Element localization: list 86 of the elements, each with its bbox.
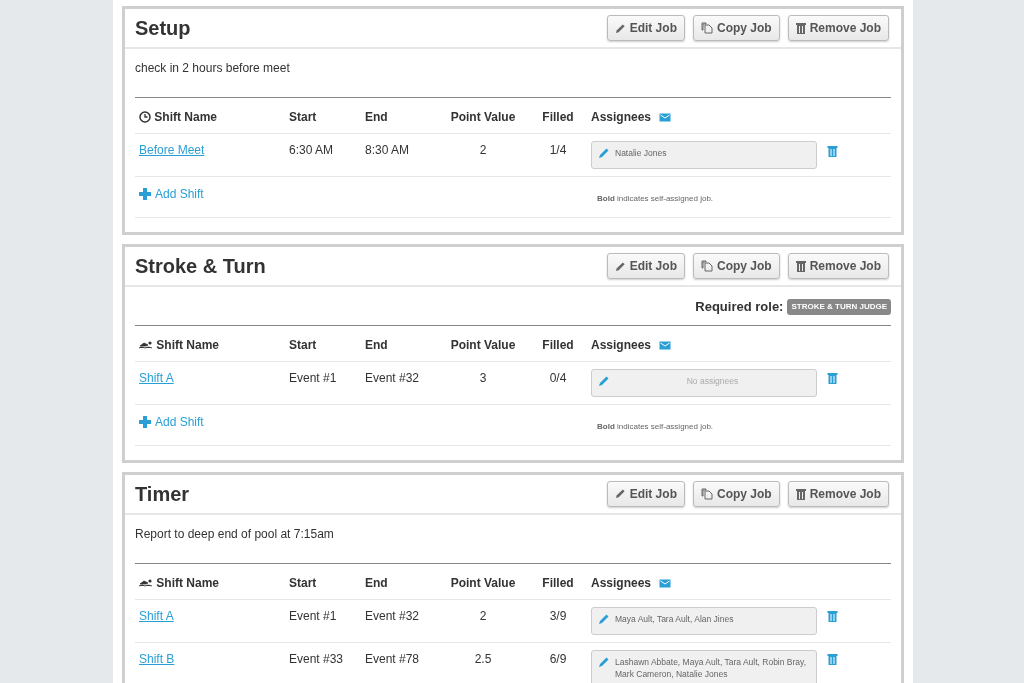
point-value: 2.5 bbox=[474, 651, 492, 666]
job-title: Timer bbox=[135, 481, 190, 506]
trash-icon bbox=[795, 260, 806, 272]
point-value: 2 bbox=[479, 143, 487, 157]
end-time: 8:30 AM bbox=[365, 143, 410, 157]
column-header: Filled bbox=[542, 110, 574, 124]
shift-link[interactable]: Before Meet bbox=[139, 143, 205, 157]
column-header: Shift Name bbox=[156, 575, 220, 590]
plus-icon bbox=[139, 188, 151, 200]
filled-count: 1/4 bbox=[549, 143, 567, 157]
assignees-field[interactable]: Maya Ault, Tara Ault, Alan Jines bbox=[591, 606, 817, 635]
assignees-field[interactable]: Lashawn Abbate, Maya Ault, Tara Ault, Robin Bray, Mark Cameron, Natalie Jones bbox=[591, 649, 817, 683]
end-time: Event #32 bbox=[365, 370, 420, 385]
pencil-icon bbox=[598, 655, 610, 668]
pencil-icon bbox=[614, 260, 626, 272]
start-time: Event #1 bbox=[289, 608, 337, 623]
swimmer-icon bbox=[139, 578, 153, 587]
start-time: 6:30 AM bbox=[289, 143, 334, 157]
filled-count: 3/9 bbox=[549, 608, 567, 623]
point-value: 2 bbox=[479, 608, 487, 623]
shift-link[interactable]: Shift A bbox=[139, 370, 174, 385]
note-text: Bold indicates self-assigned job. bbox=[597, 194, 714, 203]
add-shift-link[interactable]: Add Shift bbox=[139, 412, 204, 431]
edit-job-button[interactable]: Edit Job bbox=[606, 15, 685, 41]
filled-count: 6/9 bbox=[549, 651, 567, 666]
edit-job-button[interactable]: Edit Job bbox=[606, 253, 685, 279]
pencil-icon bbox=[598, 147, 610, 159]
end-time: Event #78 bbox=[365, 651, 420, 666]
job-description: check in 2 hours before meet bbox=[135, 60, 291, 77]
copy-job-button[interactable]: Copy Job bbox=[692, 15, 780, 41]
pencil-icon bbox=[598, 612, 610, 625]
column-header: Assignees bbox=[591, 337, 652, 352]
trash-icon[interactable] bbox=[827, 610, 838, 623]
column-header: Filled bbox=[542, 337, 574, 352]
remove-job-button[interactable]: Remove Job bbox=[787, 480, 889, 507]
trash-icon bbox=[795, 487, 806, 500]
column-header: End bbox=[365, 575, 388, 590]
remove-job-button[interactable]: Remove Job bbox=[787, 253, 889, 279]
trash-icon[interactable] bbox=[827, 144, 838, 157]
column-header: Start bbox=[289, 575, 317, 590]
pencil-icon bbox=[614, 488, 626, 499]
column-header: Shift Name bbox=[154, 110, 218, 124]
required-role-label: Required role: bbox=[695, 298, 784, 316]
trash-icon[interactable] bbox=[827, 372, 838, 385]
job-description: Report to deep end of pool at 7:15am bbox=[135, 525, 335, 543]
envelope-icon[interactable] bbox=[659, 578, 672, 588]
trash-icon bbox=[795, 22, 806, 34]
column-header: End bbox=[365, 110, 388, 124]
point-value: 3 bbox=[479, 370, 487, 385]
copy-job-button[interactable]: Copy Job bbox=[692, 480, 780, 507]
note-text: Bold indicates self-assigned job. bbox=[597, 421, 714, 431]
pencil-icon bbox=[614, 22, 626, 34]
column-header: Start bbox=[289, 110, 317, 124]
job-title: Setup bbox=[135, 16, 191, 40]
column-header: Start bbox=[289, 337, 317, 352]
column-header: Point Value bbox=[450, 337, 516, 352]
start-time: Event #33 bbox=[289, 651, 344, 666]
copy-job-button[interactable]: Copy Job bbox=[692, 253, 780, 279]
column-header: Assignees bbox=[591, 575, 652, 590]
documents-icon bbox=[700, 260, 713, 272]
documents-icon bbox=[700, 22, 713, 34]
swimmer-icon bbox=[139, 340, 153, 349]
column-header: Shift Name bbox=[156, 337, 220, 352]
shift-link[interactable]: Shift A bbox=[139, 608, 174, 623]
assignees-field[interactable]: Natalie Jones bbox=[591, 141, 817, 169]
add-shift-link[interactable]: Add Shift bbox=[139, 185, 204, 203]
trash-icon[interactable] bbox=[827, 653, 838, 666]
documents-icon bbox=[700, 487, 713, 500]
column-header: Assignees bbox=[591, 110, 652, 124]
envelope-icon[interactable] bbox=[659, 113, 672, 123]
column-header: Filled bbox=[542, 575, 574, 590]
end-time: Event #32 bbox=[365, 608, 420, 623]
shift-link[interactable]: Shift B bbox=[139, 651, 175, 666]
filled-count: 0/4 bbox=[549, 370, 567, 385]
clock-icon bbox=[139, 111, 151, 123]
plus-icon bbox=[139, 415, 151, 428]
role-badge: STROKE & TURN JUDGE bbox=[787, 298, 891, 315]
column-header: End bbox=[365, 337, 388, 352]
column-header: Point Value bbox=[450, 110, 516, 124]
column-header: Point Value bbox=[450, 575, 516, 590]
job-title: Stroke & Turn bbox=[135, 254, 266, 278]
remove-job-button[interactable]: Remove Job bbox=[787, 15, 889, 41]
start-time: Event #1 bbox=[289, 370, 337, 385]
edit-job-button[interactable]: Edit Job bbox=[606, 480, 685, 507]
pencil-icon bbox=[598, 374, 610, 387]
envelope-icon[interactable] bbox=[659, 340, 672, 350]
